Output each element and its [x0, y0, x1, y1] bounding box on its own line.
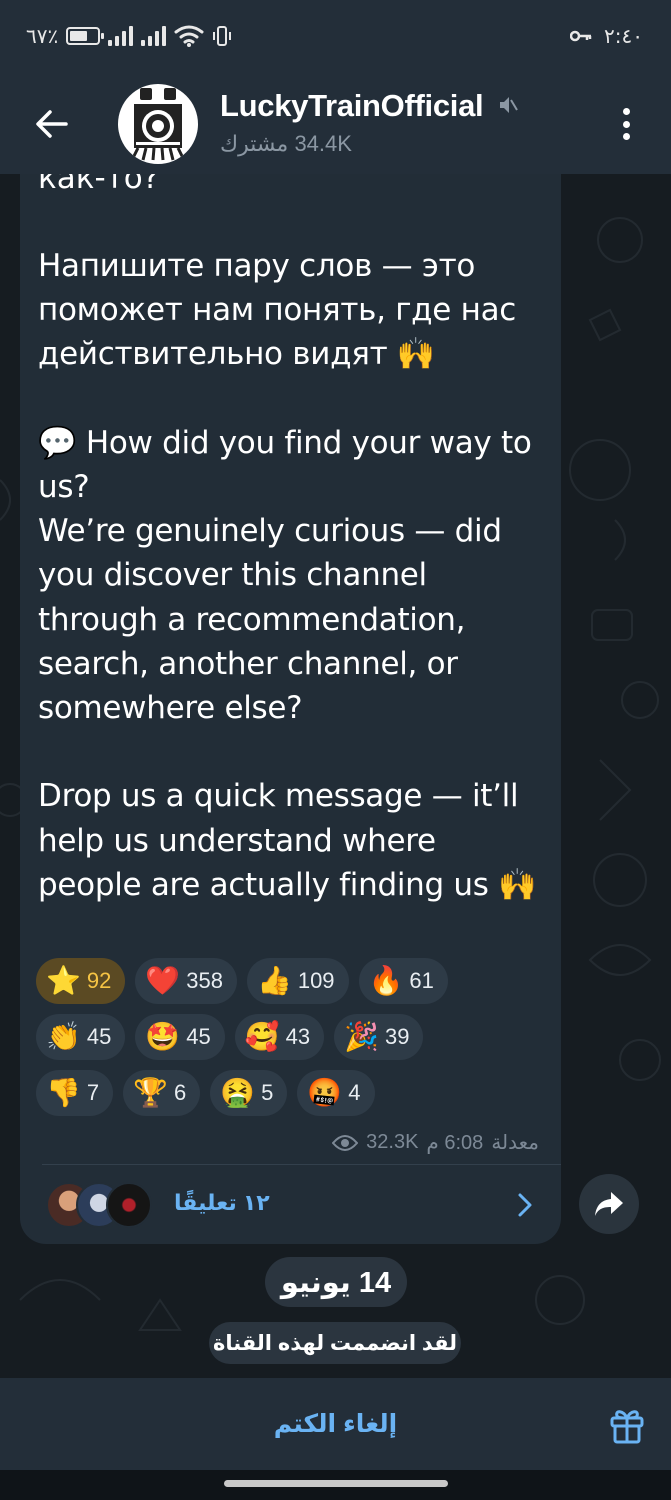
home-indicator[interactable] — [224, 1480, 448, 1487]
signal-icon-2 — [141, 26, 167, 46]
reaction-count: 109 — [297, 968, 335, 993]
reaction-emoji-icon: 🏆 — [133, 1076, 168, 1109]
reactions-row: 👏 45 🤩 45 🥰 43 🎉 39 — [36, 1014, 556, 1060]
reaction-pill[interactable]: 🔥 61 — [358, 958, 448, 1004]
reaction-pill[interactable]: 👍 109 — [246, 958, 349, 1004]
share-button[interactable] — [579, 1174, 639, 1234]
clock: ٢:٤٠ — [604, 24, 643, 48]
subscriber-count: 34.4K مشترك — [220, 131, 352, 156]
status-bar: ٦٧٪ ٢:٤٠ — [0, 0, 671, 76]
reaction-emoji-icon: 🔥 — [368, 964, 404, 997]
reaction-emoji-icon: 🤮 — [220, 1076, 256, 1109]
reaction-pill[interactable]: 🤮 5 — [210, 1070, 288, 1116]
reaction-count: 6 — [174, 1080, 187, 1105]
reaction-count: 39 — [384, 1024, 410, 1049]
reaction-emoji-icon: 👎 — [46, 1076, 81, 1109]
message-text: Напишите пару слов — это поможет нам пон… — [38, 248, 537, 903]
reaction-count: 43 — [285, 1024, 311, 1049]
reaction-emoji-icon: ❤️ — [145, 964, 181, 997]
key-icon — [570, 30, 592, 42]
edited-label: معدلة — [491, 1132, 539, 1154]
reaction-count: 358 — [186, 968, 223, 993]
reaction-pill[interactable]: 🎉 39 — [334, 1014, 424, 1060]
muted-speaker-icon — [500, 97, 518, 113]
unmute-button[interactable]: إلغاء الكتم — [0, 1378, 671, 1470]
reaction-emoji-icon: 🤩 — [145, 1020, 181, 1053]
reaction-pill[interactable]: 🏆 6 — [123, 1070, 201, 1116]
service-message: لقد انضممت لهذه القناة — [209, 1322, 461, 1364]
chat-header: LuckyTrainOfficial 34.4K مشترك — [0, 76, 671, 174]
reaction-emoji-icon: 👍 — [256, 964, 292, 997]
views-eye-icon — [332, 1134, 359, 1151]
chevron-right-icon — [518, 1193, 532, 1217]
reaction-count: 7 — [86, 1080, 100, 1105]
reaction-pill[interactable]: 🤬 4 — [297, 1070, 375, 1116]
reactions-row: ⭐ 92 ❤️ 358 👍 109 🔥 61 — [36, 958, 556, 1004]
train-logo-icon — [130, 88, 186, 161]
comments-button[interactable]: ١٢ تعليقًا — [20, 1166, 561, 1242]
wifi-icon — [174, 25, 204, 47]
avatar — [106, 1182, 152, 1228]
system-nav-bar — [0, 1470, 671, 1500]
reaction-count: 5 — [261, 1080, 274, 1105]
date-separator: 14 يونيو — [265, 1257, 407, 1307]
comments-count-label: ١٢ تعليقًا — [174, 1190, 270, 1215]
reaction-count: 92 — [86, 968, 112, 993]
reaction-emoji-icon: 🎉 — [344, 1020, 379, 1053]
back-arrow-icon[interactable] — [30, 102, 74, 146]
reaction-pill[interactable]: 👏 45 — [36, 1014, 126, 1060]
reaction-count: 45 — [186, 1024, 211, 1049]
reaction-pill[interactable]: ❤️ 358 — [135, 958, 237, 1004]
reaction-emoji-icon: 👏 — [46, 1020, 81, 1053]
reactions-row: 👎 7 🏆 6 🤮 5 🤬 4 — [36, 1070, 556, 1116]
message-bubble[interactable]: как-то? Напишите пару слов — это поможет… — [20, 120, 561, 1244]
signal-icon — [108, 26, 134, 46]
comments-divider — [42, 1164, 561, 1165]
reaction-count: 45 — [86, 1024, 112, 1049]
battery-percent: ٦٧٪ — [26, 24, 59, 48]
reaction-count: 61 — [409, 968, 434, 993]
reaction-pill[interactable]: 👎 7 — [36, 1070, 114, 1116]
reactions-panel: ⭐ 92 ❤️ 358 👍 109 🔥 61 👏 45 🤩 45 🥰 43 🎉 39 👎 7 🏆 6 🤮 5 🤬 4 — [36, 958, 556, 1126]
reaction-count: 4 — [348, 1080, 361, 1105]
vibrate-icon — [213, 26, 232, 46]
reaction-pill[interactable]: 🥰 43 — [234, 1014, 325, 1060]
message-time: 6:08 م — [426, 1132, 484, 1154]
channel-title[interactable]: LuckyTrainOfficial — [220, 88, 484, 124]
reaction-pill[interactable]: 🤩 45 — [135, 1014, 225, 1060]
status-bar-right: ٢:٤٠ — [570, 24, 643, 48]
reaction-emoji-icon: 🤬 — [307, 1076, 343, 1109]
more-vert-icon[interactable] — [614, 104, 638, 144]
commenter-avatars — [46, 1182, 156, 1228]
gift-icon[interactable] — [606, 1404, 648, 1446]
battery-icon — [66, 27, 105, 45]
reaction-pill[interactable]: ⭐ 92 — [36, 958, 126, 1004]
message-meta: 32.3K 6:08 م معدلة — [332, 1130, 539, 1155]
bottom-bar: إلغاء الكتم — [0, 1378, 671, 1470]
reaction-emoji-icon: ⭐ — [46, 964, 81, 997]
view-count: 32.3K — [366, 1131, 419, 1153]
share-arrow-icon — [595, 1192, 623, 1216]
channel-avatar[interactable] — [118, 84, 198, 164]
status-bar-left: ٦٧٪ — [26, 24, 232, 48]
reaction-emoji-icon: 🥰 — [244, 1020, 280, 1053]
